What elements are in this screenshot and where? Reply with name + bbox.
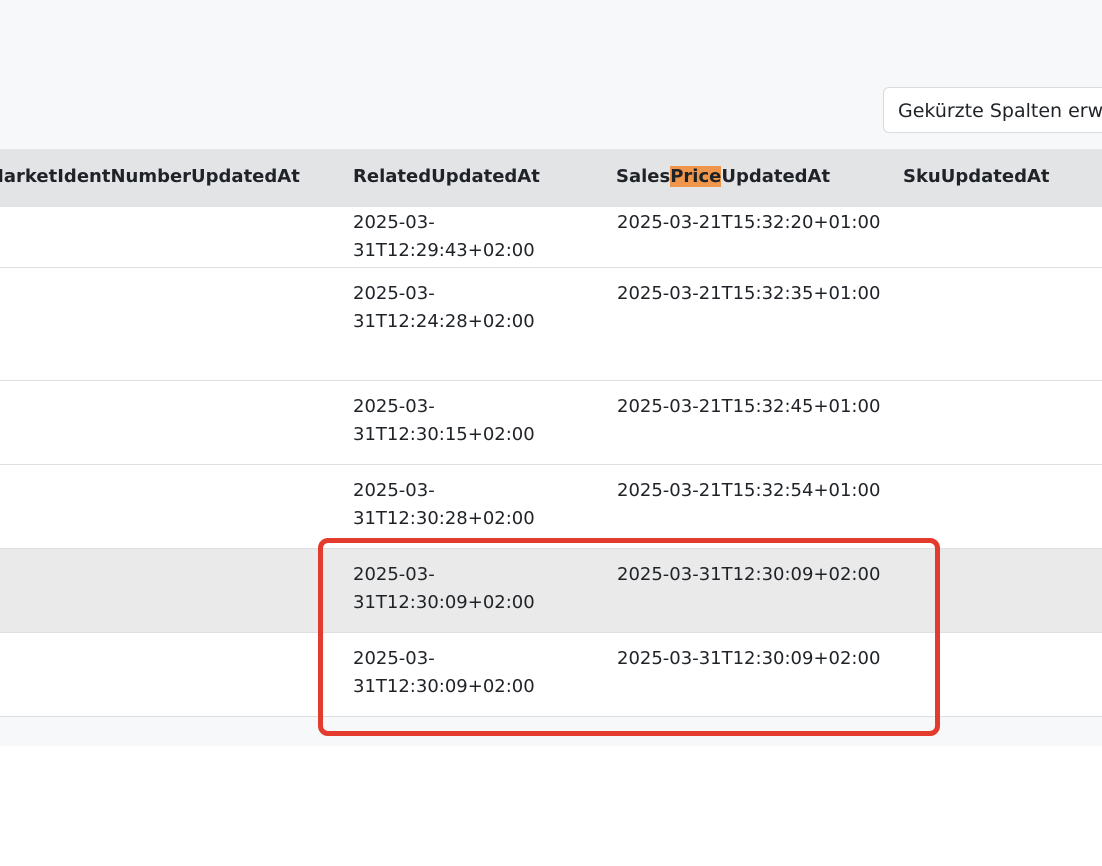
table-row[interactable]: 2025-03-31T12:30:15+02:00 2025-03-21T15:… [0,381,1102,465]
table-header-row: MarketIdentNumberUpdatedAt RelatedUpdate… [0,149,1102,207]
header-text-prefix: Sales [616,166,671,187]
related-updated-at-cell: 2025-03-31T12:29:43+02:00 [353,212,535,261]
column-header-sales-price-updated-at[interactable]: SalesPriceUpdatedAt [616,149,830,207]
table-row[interactable]: 2025-03-31T12:30:09+02:00 2025-03-31T12:… [0,633,1102,717]
sales-price-updated-at-cell: 2025-03-21T15:32:54+01:00 [617,480,881,501]
related-updated-at-cell: 2025-03-31T12:24:28+02:00 [353,283,535,332]
related-updated-at-cell: 2025-03-31T12:30:28+02:00 [353,480,535,529]
column-header-market-ident-number-updated-at[interactable]: MarketIdentNumberUpdatedAt [0,149,300,207]
table-panel: Gekürzte Spalten erweitern MarketIdentNu… [0,0,1102,746]
sales-price-updated-at-cell: 2025-03-31T12:30:09+02:00 [617,648,881,669]
related-updated-at-cell: 2025-03-31T12:30:09+02:00 [353,648,535,697]
table-row[interactable]: 2025-03-31T12:30:28+02:00 2025-03-21T15:… [0,465,1102,549]
related-updated-at-cell: 2025-03-31T12:30:09+02:00 [353,564,535,613]
sales-price-updated-at-cell: 2025-03-31T12:30:09+02:00 [617,564,881,585]
column-header-sku-updated-at[interactable]: SkuUpdatedAt [903,149,1050,207]
related-updated-at-cell: 2025-03-31T12:30:15+02:00 [353,396,535,445]
expand-truncated-columns-button[interactable]: Gekürzte Spalten erweitern [883,87,1102,133]
table-row[interactable]: 2025-03-31T12:24:28+02:00 2025-03-21T15:… [0,268,1102,381]
sales-price-updated-at-cell: 2025-03-21T15:32:20+01:00 [617,212,881,233]
table-row-selected[interactable]: 2025-03-31T12:30:09+02:00 2025-03-31T12:… [0,549,1102,633]
column-header-related-updated-at[interactable]: RelatedUpdatedAt [353,149,540,207]
sales-price-updated-at-cell: 2025-03-21T15:32:35+01:00 [617,283,881,304]
header-text-suffix: UpdatedAt [721,166,831,187]
search-match-highlight: Price [670,166,722,187]
sales-price-updated-at-cell: 2025-03-21T15:32:45+01:00 [617,396,881,417]
data-table: MarketIdentNumberUpdatedAt RelatedUpdate… [0,149,1102,719]
